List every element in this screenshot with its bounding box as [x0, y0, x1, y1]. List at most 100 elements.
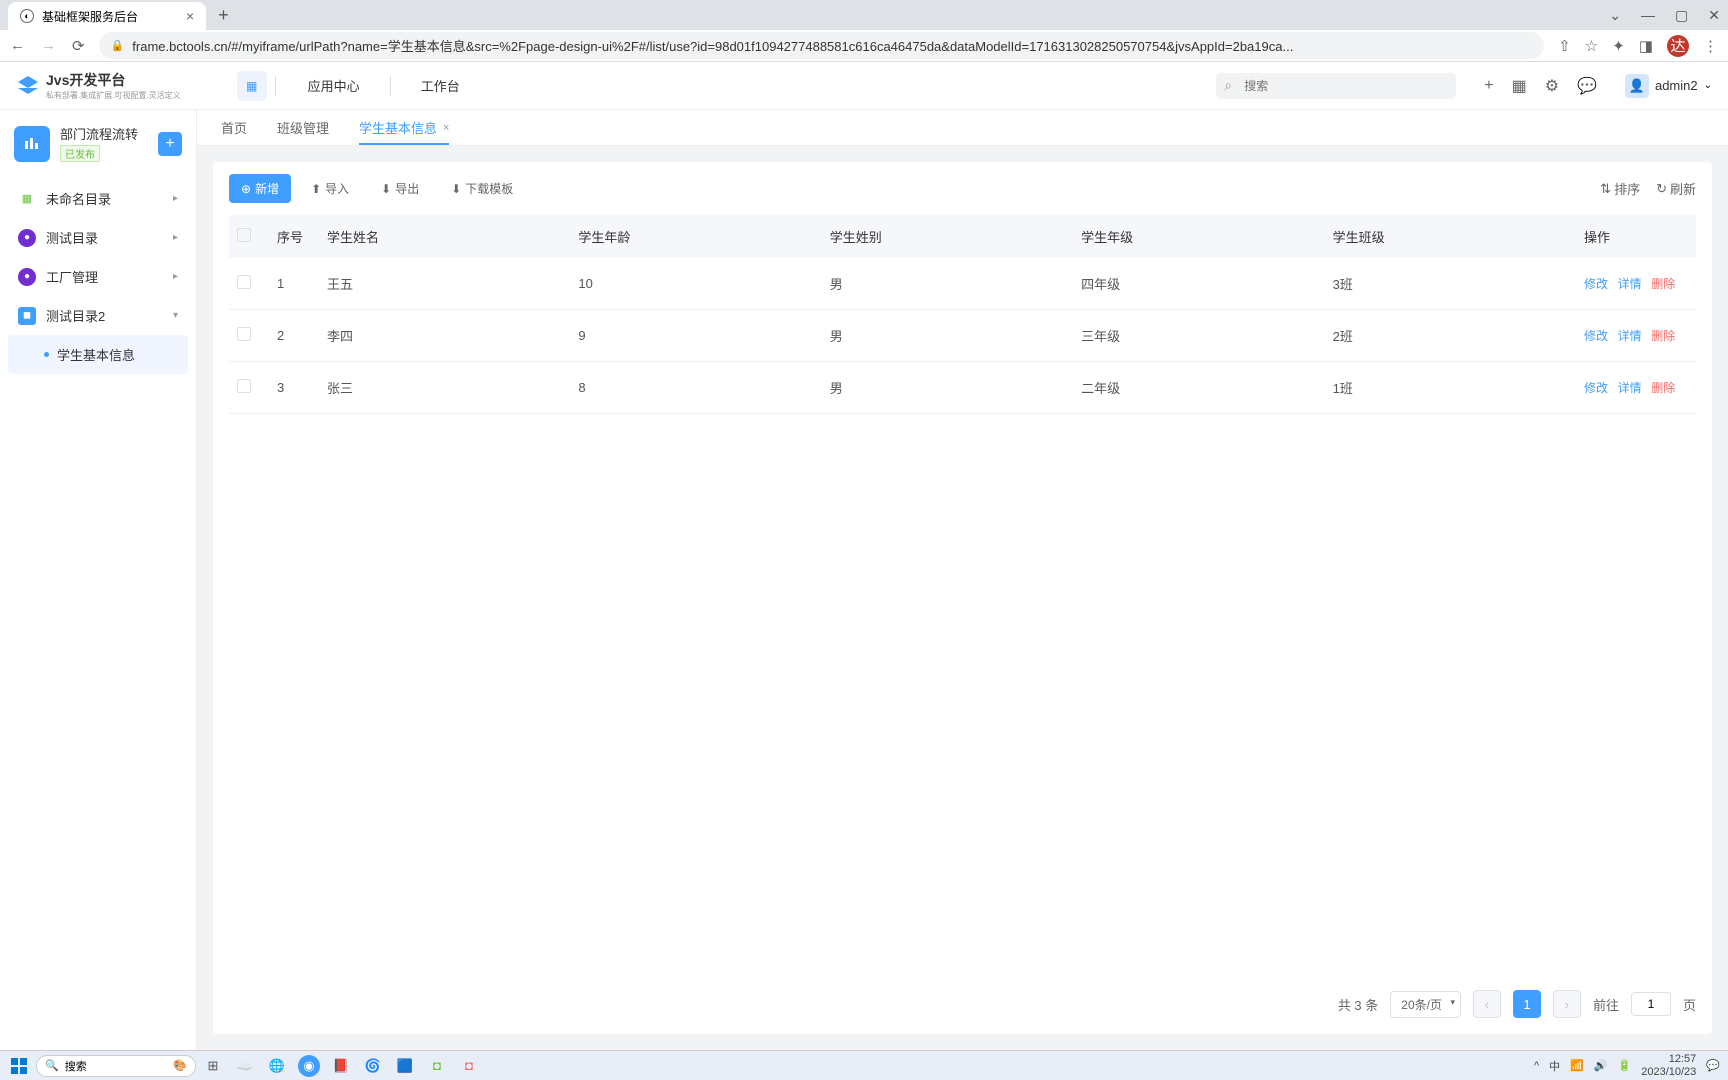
lock-icon: 🔒: [111, 39, 125, 52]
volume-icon[interactable]: 🔊: [1594, 1059, 1608, 1072]
sidebar-item-label: 测试目录2: [46, 306, 105, 325]
taskview-icon[interactable]: ⊞: [202, 1055, 224, 1077]
search-icon: 🔍: [45, 1059, 59, 1072]
minimize-icon[interactable]: —: [1641, 7, 1655, 23]
detail-link[interactable]: 详情: [1618, 277, 1642, 291]
logo[interactable]: Jvs开发平台 私有部署.集成扩展.可视配置.灵活定义: [16, 70, 181, 101]
row-checkbox[interactable]: [237, 275, 251, 289]
browser-tab[interactable]: ◐ 基础框架服务后台 ×: [8, 2, 206, 30]
window-controls: ⌄ — ▢ ✕: [1609, 7, 1720, 24]
back-icon[interactable]: ←: [10, 37, 25, 55]
detail-link[interactable]: 详情: [1618, 381, 1642, 395]
forward-icon[interactable]: →: [41, 37, 56, 55]
button-label: 新增: [255, 180, 279, 197]
plus-icon[interactable]: +: [1484, 77, 1493, 95]
page-number-button[interactable]: 1: [1513, 990, 1541, 1018]
tab-close-icon[interactable]: ×: [443, 122, 449, 134]
weather-icon[interactable]: ☁️: [234, 1055, 256, 1077]
edit-link[interactable]: 修改: [1584, 329, 1608, 343]
app-icon[interactable]: 🟦: [394, 1055, 416, 1077]
app-icon[interactable]: ◘: [458, 1055, 480, 1077]
sidepanel-icon[interactable]: ◨: [1639, 37, 1653, 55]
menu-icon[interactable]: ⋮: [1703, 37, 1718, 55]
ime-indicator[interactable]: 中: [1549, 1058, 1560, 1074]
tab-class-mgmt[interactable]: 班级管理: [277, 110, 329, 145]
delete-link[interactable]: 删除: [1651, 329, 1675, 343]
url-input[interactable]: 🔒 frame.bctools.cn/#/myiframe/urlPath?na…: [99, 32, 1545, 59]
reload-icon[interactable]: ⟳: [72, 37, 85, 55]
sidebar-item-test2[interactable]: ◼ 测试目录2 ▾: [8, 296, 188, 335]
cell-actions: 修改 详情 删除: [1576, 362, 1696, 414]
tab-home[interactable]: 首页: [221, 110, 247, 145]
sidebar-subitem-student-info[interactable]: 学生基本信息: [8, 335, 188, 374]
sidebar-item-test[interactable]: ● 测试目录 ▸: [8, 218, 188, 257]
nav-workbench[interactable]: 工作台: [421, 76, 460, 96]
tray-chevron-icon[interactable]: ^: [1534, 1060, 1539, 1072]
chevron-down-icon[interactable]: ⌄: [1609, 7, 1621, 24]
edit-link[interactable]: 修改: [1584, 381, 1608, 395]
button-label: 刷新: [1670, 179, 1696, 198]
chrome-icon[interactable]: 🌐: [266, 1055, 288, 1077]
tray-clock[interactable]: 12:57 2023/10/23: [1641, 1053, 1696, 1077]
maximize-icon[interactable]: ▢: [1675, 7, 1688, 24]
sort-button[interactable]: ⇅ 排序: [1600, 179, 1640, 198]
new-tab-button[interactable]: +: [218, 5, 229, 26]
add-button[interactable]: ⊕ 新增: [229, 174, 291, 203]
cell-age: 8: [570, 362, 821, 414]
row-checkbox[interactable]: [237, 327, 251, 341]
table-row: 3 张三 8 男 二年级 1班 修改 详情 删除: [229, 362, 1696, 414]
delete-link[interactable]: 删除: [1651, 277, 1675, 291]
search-input[interactable]: [1216, 73, 1456, 99]
logo-subtitle: 私有部署.集成扩展.可视配置.灵活定义: [46, 90, 181, 101]
notification-icon[interactable]: 💬: [1706, 1059, 1720, 1072]
tab-close-icon[interactable]: ×: [186, 8, 194, 24]
app-icon[interactable]: 📕: [330, 1055, 352, 1077]
sidebar-add-button[interactable]: +: [158, 132, 182, 156]
detail-link[interactable]: 详情: [1618, 329, 1642, 343]
url-text: frame.bctools.cn/#/myiframe/urlPath?name…: [132, 36, 1293, 55]
edge-icon[interactable]: 🌀: [362, 1055, 384, 1077]
export-button[interactable]: ⬇ 导出: [369, 174, 431, 203]
user-menu[interactable]: 👤 admin2 ⌄: [1625, 74, 1712, 98]
app-icon[interactable]: ◉: [298, 1055, 320, 1077]
cell-grade: 三年级: [1073, 310, 1324, 362]
sort-icon: ⇅: [1600, 181, 1611, 197]
nav-app-center[interactable]: 应用中心: [308, 76, 360, 96]
delete-link[interactable]: 删除: [1651, 381, 1675, 395]
import-button[interactable]: ⬆ 导入: [299, 174, 361, 203]
start-button[interactable]: [8, 1055, 30, 1077]
grid-icon[interactable]: ▦: [1512, 76, 1527, 96]
share-icon[interactable]: ⇧: [1558, 37, 1571, 55]
sidebar-item-unnamed[interactable]: ▦ 未命名目录 ▸: [8, 179, 188, 218]
page-prev-button[interactable]: ‹: [1473, 990, 1501, 1018]
button-label: 下载模板: [465, 180, 513, 197]
cell-grade: 四年级: [1073, 258, 1324, 310]
gear-icon[interactable]: ⚙: [1545, 76, 1559, 96]
goto-page-input[interactable]: [1631, 992, 1671, 1016]
download-template-button[interactable]: ⬇ 下载模板: [439, 174, 525, 203]
app-icon[interactable]: ◘: [426, 1055, 448, 1077]
profile-avatar[interactable]: 达: [1667, 35, 1689, 57]
refresh-button[interactable]: ↻ 刷新: [1656, 179, 1696, 198]
extensions-icon[interactable]: ✦: [1612, 37, 1625, 55]
wifi-icon[interactable]: 📶: [1570, 1059, 1584, 1072]
tab-label: 班级管理: [277, 118, 329, 137]
chat-icon[interactable]: 💬: [1577, 76, 1597, 96]
taskbar-search[interactable]: 🔍 搜索 🎨: [36, 1055, 196, 1077]
page-next-button[interactable]: ›: [1553, 990, 1581, 1018]
star-icon[interactable]: ☆: [1585, 37, 1598, 55]
sidebar-subitem-label: 学生基本信息: [57, 345, 135, 364]
row-checkbox[interactable]: [237, 379, 251, 393]
sidebar-item-factory[interactable]: ● 工厂管理 ▸: [8, 257, 188, 296]
module-switcher-icon[interactable]: ▦: [237, 71, 267, 101]
page-size-select[interactable]: 20条/页 ▾: [1390, 991, 1461, 1018]
edit-link[interactable]: 修改: [1584, 277, 1608, 291]
close-window-icon[interactable]: ✕: [1708, 7, 1720, 24]
select-all-checkbox[interactable]: [237, 228, 251, 242]
cell-grade: 二年级: [1073, 362, 1324, 414]
tab-student-info[interactable]: 学生基本信息 ×: [359, 110, 449, 145]
button-label: 导入: [325, 180, 349, 197]
battery-icon[interactable]: 🔋: [1618, 1059, 1632, 1072]
cell-gender: 男: [822, 258, 1073, 310]
search-widget-icon: 🎨: [173, 1059, 187, 1072]
